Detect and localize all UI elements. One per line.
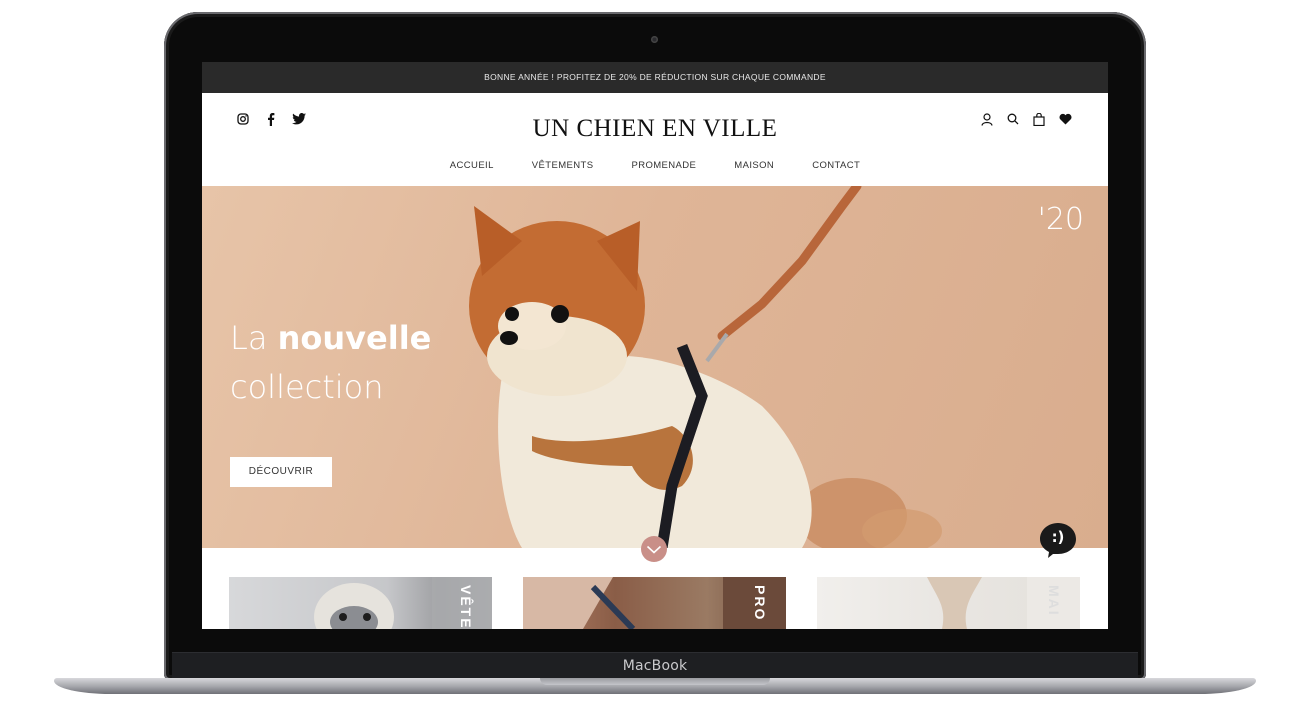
nav-item-contact[interactable]: CONTACT — [812, 160, 860, 171]
promo-banner: BONNE ANNÉE ! PROFITEZ DE 20% DE RÉDUCTI… — [202, 62, 1108, 93]
scroll-down-button[interactable] — [639, 534, 669, 564]
laptop-hinge-notch — [540, 678, 770, 685]
tile-label: VÊTE — [458, 585, 474, 629]
laptop-chin: MacBook — [172, 652, 1138, 678]
search-icon[interactable] — [1006, 111, 1020, 127]
category-tile-maison[interactable]: MAI — [817, 577, 1080, 629]
account-icon[interactable] — [980, 111, 994, 127]
category-tile-promenade[interactable]: PRO — [523, 577, 786, 629]
hero-title-line2: collection — [230, 368, 384, 406]
nav-item-maison[interactable]: MAISON — [734, 160, 774, 171]
site-header: UN CHIEN EN VILLE ACCUEIL VÊTEMENTS PROM… — [202, 93, 1108, 186]
main-nav: ACCUEIL VÊTEMENTS PROMENADE MAISON CONTA… — [202, 160, 1108, 171]
hero-title-regular: La — [230, 319, 278, 357]
hero-year: '20 — [1037, 202, 1084, 237]
utility-icons — [980, 111, 1072, 127]
browser-viewport: BONNE ANNÉE ! PROFITEZ DE 20% DE RÉDUCTI… — [202, 62, 1108, 629]
nav-item-vetements[interactable]: VÊTEMENTS — [532, 160, 594, 171]
hero-title: La nouvelle collection — [230, 314, 431, 412]
nav-item-promenade[interactable]: PROMENADE — [631, 160, 696, 171]
discover-button[interactable]: DÉCOUVRIR — [230, 457, 332, 487]
chat-icon: :) — [1051, 528, 1065, 546]
tile-label: PRO — [752, 585, 768, 622]
category-tiles: VÊTE PRO MAI — [229, 577, 1080, 629]
tile-image-home — [927, 577, 1080, 629]
tile-image-dog-hoodie — [314, 577, 492, 629]
webcam-icon — [651, 36, 658, 43]
wishlist-icon[interactable] — [1058, 111, 1072, 127]
nav-item-accueil[interactable]: ACCUEIL — [450, 160, 494, 171]
hero-title-bold: nouvelle — [277, 319, 432, 357]
category-tile-vetements[interactable]: VÊTE — [229, 577, 492, 629]
hero-banner: La nouvelle collection '20 DÉCOUVRIR — [202, 186, 1108, 548]
chat-button[interactable]: :) — [1039, 521, 1077, 559]
device-label: MacBook — [622, 658, 688, 674]
tile-image-walk — [523, 577, 786, 629]
tile-label: MAI — [1046, 585, 1062, 617]
cart-icon[interactable] — [1032, 111, 1046, 127]
site-logo[interactable]: UN CHIEN EN VILLE — [202, 115, 1108, 143]
